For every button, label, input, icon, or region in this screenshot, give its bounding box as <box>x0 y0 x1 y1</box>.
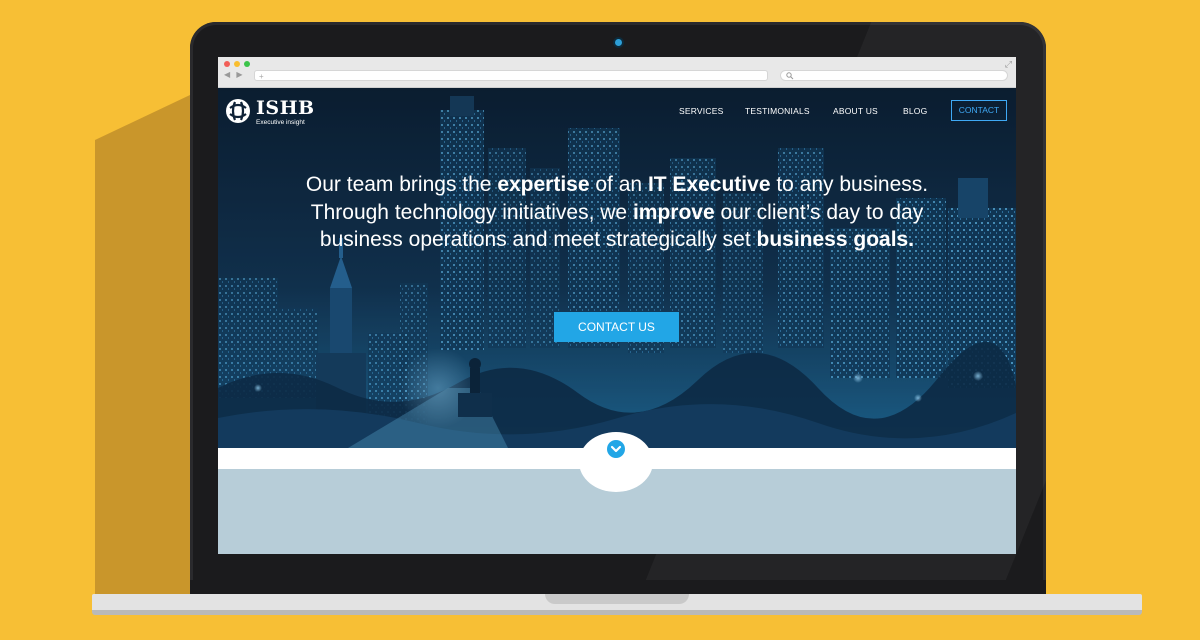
webcam-icon <box>615 39 622 46</box>
headline-bold: business goals. <box>756 228 915 251</box>
headline-bold: expertise <box>497 173 590 196</box>
search-icon <box>786 72 794 80</box>
laptop-opening-notch <box>545 594 689 604</box>
browser-toolbar: ◀ ▶ + ⤢ <box>218 57 1016 88</box>
nav-blog-link[interactable]: BLOG <box>903 106 927 116</box>
ishb-logo-icon <box>226 99 250 123</box>
maximize-window-button[interactable] <box>244 61 250 67</box>
nav-about-us-link[interactable]: ABOUT US <box>833 106 878 116</box>
chevron-down-glyph <box>610 445 622 453</box>
browser-window: ◀ ▶ + ⤢ ISHB Executive insight SERVICES … <box>218 57 1016 554</box>
close-window-button[interactable] <box>224 61 230 67</box>
browser-search-input[interactable] <box>780 70 1008 81</box>
new-tab-icon[interactable]: + <box>259 72 264 81</box>
headline-bold: IT Executive <box>647 173 771 196</box>
hero-section: ISHB Executive insight SERVICES TESTIMON… <box>218 88 1016 448</box>
brand-name: ISHB <box>256 97 315 119</box>
back-forward-buttons[interactable]: ◀ ▶ <box>224 70 245 79</box>
headline-text: of an <box>589 173 648 196</box>
nav-contact-button[interactable]: CONTACT <box>951 100 1007 121</box>
contact-us-button[interactable]: CONTACT US <box>554 312 679 342</box>
city-skyline-image <box>218 88 1016 448</box>
laptop-base-edge <box>92 610 1142 615</box>
nav-testimonials-link[interactable]: TESTIMONIALS <box>745 106 810 116</box>
brand-tagline: Executive insight <box>256 119 305 126</box>
chevron-down-icon[interactable] <box>607 440 625 458</box>
nav-services-link[interactable]: SERVICES <box>679 106 723 116</box>
fullscreen-icon[interactable]: ⤢ <box>1005 59 1012 70</box>
screen-bottom-bezel <box>190 580 1046 595</box>
address-bar[interactable]: + <box>254 70 768 81</box>
hero-headline: Our team brings the expertise of an IT E… <box>272 171 962 254</box>
site-header: ISHB Executive insight SERVICES TESTIMON… <box>218 88 1016 136</box>
headline-bold: improve <box>632 200 715 224</box>
minimize-window-button[interactable] <box>234 61 240 67</box>
headline-text: Our team brings the <box>305 173 498 196</box>
